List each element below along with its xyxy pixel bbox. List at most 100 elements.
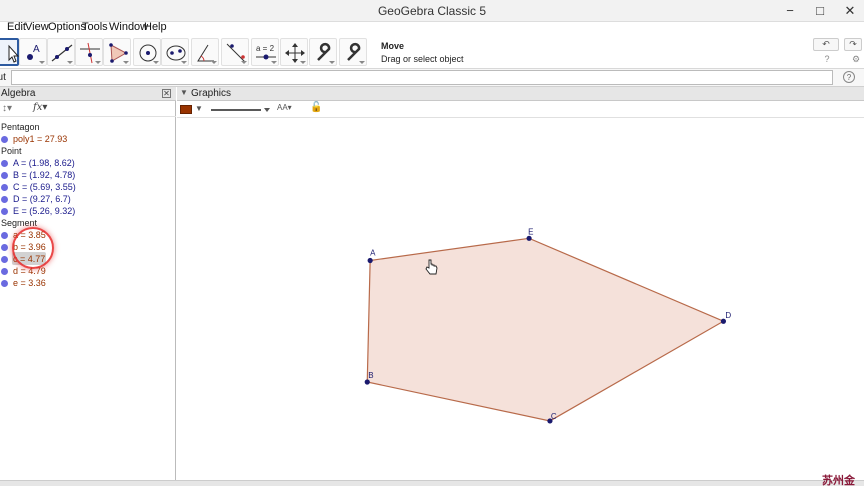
color-swatch[interactable] bbox=[180, 105, 192, 114]
menu-options[interactable]: Options bbox=[48, 21, 86, 33]
visibility-dot-icon[interactable] bbox=[1, 172, 8, 179]
dropdown-triangle-icon bbox=[300, 61, 306, 64]
algebra-header: Algebra ✕ bbox=[0, 87, 176, 101]
toolbar: A a = 2 Move Drag or select object ↶ ↷ ?… bbox=[0, 35, 864, 69]
visibility-dot-icon[interactable] bbox=[1, 280, 8, 287]
visibility-dot-icon[interactable] bbox=[1, 244, 8, 251]
tool-circle[interactable] bbox=[133, 38, 161, 66]
tool-move[interactable] bbox=[0, 38, 19, 66]
tool-wrench-2[interactable] bbox=[339, 38, 367, 66]
dropdown-triangle-icon bbox=[39, 61, 45, 64]
dropdown-triangle-icon bbox=[123, 61, 129, 64]
maximize-button[interactable]: □ bbox=[806, 0, 834, 22]
sort-icon[interactable]: ↕▾ bbox=[2, 103, 12, 114]
menu-window[interactable]: Window bbox=[109, 21, 148, 33]
tool-line[interactable] bbox=[47, 38, 75, 66]
visibility-dot-icon[interactable] bbox=[1, 268, 8, 275]
group-label-point: Point bbox=[1, 146, 22, 156]
menu-view[interactable]: View bbox=[25, 21, 49, 33]
minimize-button[interactable]: − bbox=[776, 0, 804, 22]
visibility-dot-icon[interactable] bbox=[1, 160, 8, 167]
menu-tools[interactable]: Tools bbox=[82, 21, 108, 33]
redo-button[interactable]: ↷ bbox=[844, 38, 862, 51]
object-value: A = (1.98, 8.62) bbox=[13, 158, 75, 168]
dropdown-triangle-icon bbox=[181, 61, 187, 64]
point-a[interactable] bbox=[367, 257, 373, 264]
tool-point[interactable]: A bbox=[19, 38, 47, 66]
point-label-b: B bbox=[368, 371, 373, 380]
menu-edit[interactable]: Edit bbox=[7, 21, 26, 33]
tool-conic[interactable] bbox=[161, 38, 189, 66]
object-value: D = (9.27, 6.7) bbox=[13, 194, 71, 204]
watermark-text: 苏州金晓 bbox=[822, 475, 855, 486]
undo-button[interactable]: ↶ bbox=[813, 38, 839, 51]
svg-text:A: A bbox=[33, 44, 40, 55]
point-label-e: E bbox=[528, 227, 533, 236]
graphics-style-bar: ▼ AA▾ 🔓 bbox=[177, 101, 864, 118]
dropdown-triangle-icon bbox=[329, 61, 335, 64]
label-style-icon[interactable]: AA▾ bbox=[277, 103, 292, 112]
panel-menu-triangle-icon[interactable]: ▼ bbox=[180, 88, 188, 97]
input-help-icon[interactable]: ? bbox=[843, 71, 855, 83]
point-label-a: A bbox=[370, 248, 376, 257]
algebra-view: Algebra ✕ ↕▾ fx▾ Pentagon poly1 = 27.93 … bbox=[0, 87, 176, 480]
tool-perpendicular[interactable] bbox=[75, 38, 103, 66]
tool-slider[interactable]: a = 2 bbox=[251, 38, 279, 66]
object-value: C = (5.69, 3.55) bbox=[13, 182, 76, 192]
visibility-dot-icon[interactable] bbox=[1, 232, 8, 239]
formula-display-icon[interactable]: fx▾ bbox=[33, 102, 47, 113]
slider-tool-label: a = 2 bbox=[256, 44, 275, 53]
visibility-dot-icon[interactable] bbox=[1, 136, 8, 143]
dropdown-triangle-icon bbox=[359, 61, 365, 64]
visibility-dot-icon[interactable] bbox=[1, 256, 8, 263]
dropdown-triangle-icon bbox=[153, 61, 159, 64]
input-bar: out ? bbox=[0, 69, 864, 87]
status-bar bbox=[0, 480, 864, 486]
dropdown-triangle-icon bbox=[211, 61, 217, 64]
graphics-canvas[interactable]: A B C D E bbox=[177, 118, 864, 480]
tool-wrench[interactable] bbox=[309, 38, 337, 66]
group-label-pentagon: Pentagon bbox=[1, 122, 40, 132]
settings-gear-icon[interactable]: ⚙ bbox=[850, 53, 862, 65]
tool-reflect[interactable] bbox=[221, 38, 249, 66]
algebra-title: Algebra bbox=[1, 88, 36, 99]
dropdown-triangle-icon bbox=[271, 61, 277, 64]
visibility-dot-icon[interactable] bbox=[1, 196, 8, 203]
close-panel-icon[interactable]: ✕ bbox=[162, 89, 171, 98]
point-label-d: D bbox=[725, 311, 731, 320]
window-title: GeoGebra Classic 5 bbox=[377, 4, 487, 18]
pentagon-polygon[interactable] bbox=[366, 237, 725, 422]
graphics-title: Graphics bbox=[191, 88, 232, 99]
title-bar: GeoGebra Classic 5 − □ ✕ bbox=[0, 0, 864, 22]
menu-bar: Edit View Options Tools Window Help bbox=[0, 21, 864, 35]
object-value: e = 3.36 bbox=[13, 278, 46, 288]
tool-polygon[interactable] bbox=[103, 38, 131, 66]
object-value: E = (5.26, 9.32) bbox=[13, 206, 76, 216]
dropdown-triangle-icon bbox=[241, 61, 247, 64]
object-value: poly1 = 27.93 bbox=[13, 134, 68, 144]
visibility-dot-icon[interactable] bbox=[1, 208, 8, 215]
help-icon[interactable]: ? bbox=[821, 53, 833, 65]
dropdown-triangle-icon bbox=[95, 61, 101, 64]
input-label: out bbox=[0, 72, 6, 83]
color-dropdown-icon[interactable]: ▼ bbox=[195, 104, 203, 113]
visibility-dot-icon[interactable] bbox=[1, 184, 8, 191]
close-button[interactable]: ✕ bbox=[836, 0, 864, 22]
point-e[interactable] bbox=[526, 235, 532, 241]
menu-help[interactable]: Help bbox=[144, 21, 167, 33]
active-tool-description: Drag or select object bbox=[381, 54, 464, 64]
object-value: B = (1.92, 4.78) bbox=[13, 170, 76, 180]
point-label-c: C bbox=[551, 412, 557, 421]
algebra-style-bar: ↕▾ fx▾ bbox=[0, 101, 176, 117]
input-field[interactable] bbox=[11, 70, 833, 85]
active-tool-name: Move bbox=[381, 41, 405, 51]
tool-move-graphics-view[interactable] bbox=[280, 38, 308, 66]
tool-angle[interactable] bbox=[191, 38, 219, 66]
line-style-icon[interactable] bbox=[209, 105, 271, 115]
graphics-view[interactable]: ▼ Graphics ▼ AA▾ 🔓 A B C D E bbox=[177, 87, 864, 480]
cursor-arrow-icon bbox=[8, 44, 19, 63]
point-b[interactable] bbox=[364, 379, 370, 385]
graphics-header: ▼ Graphics bbox=[177, 87, 864, 101]
click-highlight-ring bbox=[12, 227, 54, 269]
lock-icon[interactable]: 🔓 bbox=[310, 102, 322, 113]
